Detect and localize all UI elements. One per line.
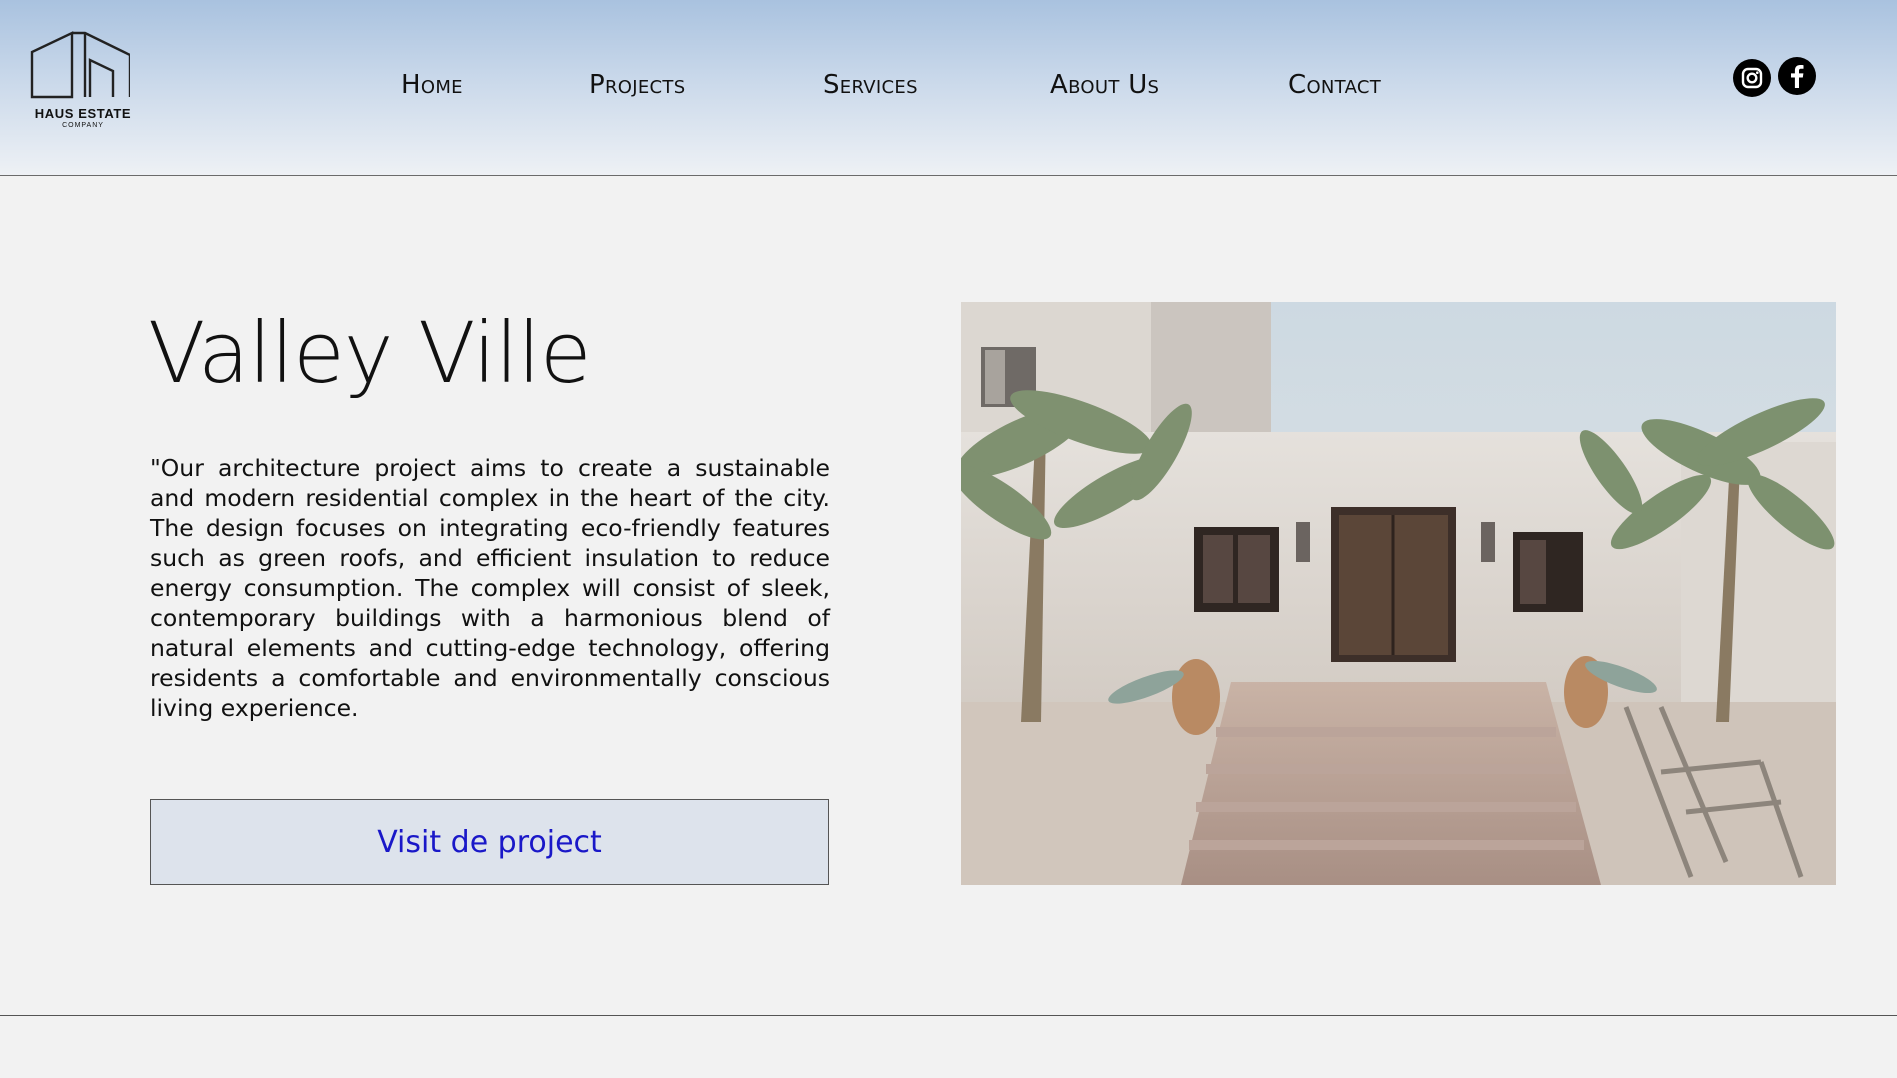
page-title: Valley Ville (148, 304, 591, 402)
project-photo (961, 302, 1836, 885)
nav-home[interactable]: Home (401, 70, 463, 100)
logo[interactable]: HAUS ESTATE COMPANY (28, 30, 138, 136)
house-logo-icon (30, 31, 130, 99)
nav-projects[interactable]: Projects (589, 70, 685, 100)
instagram-icon[interactable] (1733, 59, 1771, 97)
project-description: "Our architecture project aims to create… (150, 454, 830, 722)
site-header: HAUS ESTATE COMPANY Home Projects Servic… (0, 0, 1897, 176)
visit-project-button[interactable]: Visit de project (150, 799, 829, 885)
nav-about-us[interactable]: About Us (1050, 70, 1159, 100)
nav-contact[interactable]: Contact (1288, 70, 1381, 100)
brand-tagline: COMPANY (62, 122, 104, 129)
facebook-icon[interactable] (1778, 57, 1816, 95)
courtyard-house-image (961, 302, 1836, 885)
footer-divider (0, 1015, 1897, 1016)
brand-name: HAUS ESTATE (34, 106, 132, 121)
nav-services[interactable]: Services (823, 70, 918, 100)
